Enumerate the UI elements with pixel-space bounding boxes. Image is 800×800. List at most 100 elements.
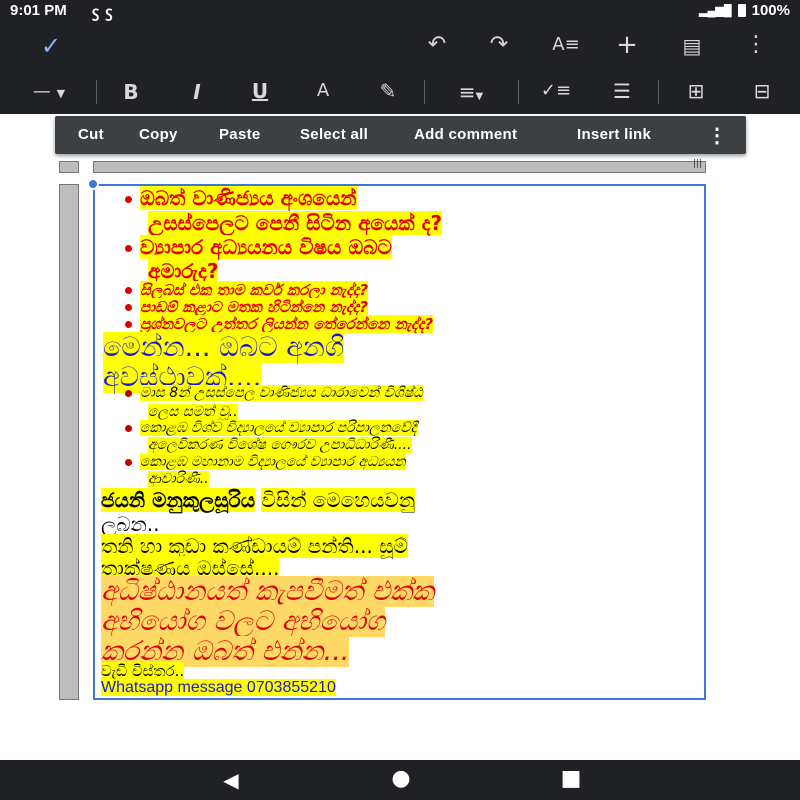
text-line: කොළඹ මහානාම විද්‍යාලයේ ව්‍යාපාර අධ්‍යයන <box>140 454 406 470</box>
align-dropdown-icon[interactable]: ≡▼ <box>448 80 494 104</box>
bullet-icon <box>125 245 132 252</box>
text-line-wrap: තනි හා කුඩා කණ්ඩායම් පන්ති... සූම් <box>101 534 408 558</box>
text-line-wrap: අභියෝග වලට අභියෝග <box>101 606 386 638</box>
recents-icon[interactable]: ■ <box>556 766 586 791</box>
text-line-wrap: ජයනි මනුකුලසූරිය විසින් මෙහෙයවනු <box>101 488 416 512</box>
bullet-line: ඔබත් වාණිජ්‍යය අංශයෙන් <box>125 186 357 210</box>
text-line: ඔබත් වාණිජ්‍යය අංශයෙන් <box>140 186 357 210</box>
menu-item-paste[interactable]: Paste <box>219 126 261 143</box>
line-style-dropdown[interactable]: — ▼ <box>24 81 74 102</box>
text-line: වැඩි විස්තර.. <box>101 662 185 680</box>
text-line-wrap: මෙන්න... ඔබට අනගි <box>103 332 345 364</box>
chevron-down-icon: ▼ <box>56 87 66 100</box>
bullet-line: කොළඹ විශ්ව විද්‍යාලයේ ව්‍යාපාර පරිපාලනවේ… <box>125 420 417 436</box>
row-ruler[interactable] <box>59 184 79 700</box>
column-drag-handle-icon[interactable]: ||| <box>693 159 702 169</box>
text-line: Whatsapp message 0703855210 <box>101 679 336 696</box>
bullet-list-icon[interactable]: ☰ <box>606 79 638 103</box>
italic-button[interactable]: I <box>182 80 212 104</box>
more-vert-icon[interactable]: ⋮ <box>707 123 727 148</box>
highlight-pen-icon[interactable]: ✎ <box>372 79 404 103</box>
divider <box>518 80 519 104</box>
text-line: අධිෂ්ඨානයත් කැපවීමත් එක්ක <box>101 576 435 607</box>
column-ruler[interactable]: ||| <box>93 159 706 173</box>
text-format-icon[interactable]: A≡ <box>549 34 583 55</box>
divider <box>96 80 97 104</box>
bullet-icon <box>125 304 132 311</box>
underline-button[interactable]: U <box>245 79 275 103</box>
bullet-line: මාස 8න් උසස්පෙල වාණිජ්‍යය ධාරාවෙන් විශිෂ… <box>125 385 423 401</box>
text-line: මාස 8න් උසස්පෙල වාණිජ්‍යය ධාරාවෙන් විශිෂ… <box>140 385 423 401</box>
context-menu: Cut Copy Paste Select all Add comment In… <box>55 116 746 154</box>
battery-icon <box>737 4 746 17</box>
battery-percent: 100% <box>751 2 790 19</box>
bullet-icon <box>125 196 132 203</box>
comment-icon[interactable]: ▤ <box>676 34 708 58</box>
bold-button[interactable]: B <box>116 80 146 104</box>
bullet-icon <box>125 321 132 328</box>
text-line: ව්‍යාපාර අධ්‍යයනය විෂය ඔබට <box>140 235 392 259</box>
text-line-wrap: අධිෂ්ඨානයත් කැපවීමත් එක්ක <box>101 576 435 608</box>
text-line: සිලබස් එක තාම කවර් කරලා නැද්ද? <box>140 281 369 299</box>
text-line: මෙන්න... ඔබට අනගි <box>103 332 345 363</box>
more-vert-icon[interactable]: ⋮ <box>745 32 767 57</box>
text-line: පාඩම් කළාට මතක හිටින්නෙ නැද්ද? <box>140 298 368 316</box>
text-line-wrap: අලෙවිකරණ විශේෂ ගෞරව උපාධිධාරිණී.... <box>148 437 412 453</box>
text-line: ආචාරිණී.. <box>148 471 209 487</box>
text-color-button[interactable]: A <box>308 80 338 101</box>
bullet-line: ප්‍රශ්නවලට උත්තර ලියන්න තේරෙන්නෙ නැද්ද? <box>125 315 434 333</box>
text-line: අලෙවිකරණ විශේෂ ගෞරව උපාධිධාරිණී.... <box>148 437 412 453</box>
text-line-wrap: ලෙස සමත් වූ.. <box>148 404 238 420</box>
text-line: ප්‍රශ්නවලට උත්තර ලියන්න තේරෙන්නෙ නැද්ද? <box>140 315 434 333</box>
undo-icon[interactable]: ↶ <box>422 32 452 57</box>
text-line: කොළඹ විශ්ව විද්‍යාලයේ ව්‍යාපාර පරිපාලනවේ… <box>140 420 417 436</box>
text-line: අමාරුද? <box>148 259 219 283</box>
text-line: ලෙස සමත් වූ.. <box>148 404 238 420</box>
menu-item-insert-link[interactable]: Insert link <box>577 126 651 143</box>
checklist-icon[interactable]: ✓≡ <box>540 80 572 101</box>
divider <box>658 80 659 104</box>
text-line: තනි හා කුඩා කණ්ඩායම් පන්ති... සූම් <box>101 534 408 558</box>
divider <box>424 80 425 104</box>
bullet-line: සිලබස් එක තාම කවර් කරලා නැද්ද? <box>125 281 369 299</box>
status-time: 9:01 PM <box>10 2 67 19</box>
table-corner-handle[interactable] <box>59 161 79 173</box>
text-line-wrap: වැඩි විස්තර.. <box>101 662 185 680</box>
bullet-line: කොළඹ මහානාම විද්‍යාලයේ ව්‍යාපාර අධ්‍යයන <box>125 454 406 470</box>
text-line: විසින් මෙහෙයවනු <box>261 488 416 512</box>
status-bar: 9:01 PM ꚃ ꚃ ▂▄▆█ 100% <box>0 0 800 22</box>
insert-column-icon[interactable]: ⊟ <box>746 79 778 103</box>
text-line: උසස්පෙලට පෙනී සිටින අයෙක් ද? <box>148 211 443 235</box>
text-line: ලබන.. <box>101 512 160 536</box>
line-style-value: — <box>32 81 51 102</box>
text-line: අභියෝග වලට අභියෝග <box>101 606 386 637</box>
text-line-wrap: ලබන.. <box>101 512 160 536</box>
bullet-icon <box>125 287 132 294</box>
text-line-wrap: Whatsapp message 0703855210 <box>101 679 336 697</box>
menu-item-copy[interactable]: Copy <box>139 126 178 143</box>
navigation-bar: ◀ ● ■ <box>0 760 800 800</box>
bullet-icon <box>125 424 132 432</box>
menu-item-cut[interactable]: Cut <box>78 126 104 143</box>
text-line-wrap: උසස්පෙලට පෙනී සිටින අයෙක් ද? <box>148 211 443 235</box>
home-icon[interactable]: ● <box>386 766 416 791</box>
menu-item-add-comment[interactable]: Add comment <box>414 126 517 143</box>
signal-icon: ▂▄▆█ <box>699 5 732 17</box>
back-icon[interactable]: ◀ <box>216 768 246 792</box>
menu-item-select-all[interactable]: Select all <box>300 126 368 143</box>
text-line-wrap: ආචාරිණී.. <box>148 471 209 487</box>
text-line: ජයනි මනුකුලසූරිය <box>101 488 256 512</box>
bullet-icon <box>125 389 132 397</box>
selection-handle[interactable] <box>87 178 99 190</box>
bullet-line: ව්‍යාපාර අධ්‍යයනය විෂය ඔබට <box>125 235 392 259</box>
insert-row-icon[interactable]: ⊞ <box>680 79 712 103</box>
top-toolbar: ✓ ↶ ↷ A≡ + ▤ ⋮ <box>0 22 800 70</box>
redo-icon[interactable]: ↷ <box>484 32 514 57</box>
text-line-wrap: අමාරුද? <box>148 259 219 283</box>
add-icon[interactable]: + <box>612 30 642 60</box>
check-icon[interactable]: ✓ <box>36 32 66 60</box>
bullet-line: පාඩම් කළාට මතක හිටින්නෙ නැද්ද? <box>125 298 368 316</box>
bullet-icon <box>125 458 132 466</box>
notification-icons: ꚃ ꚃ <box>92 4 114 21</box>
format-toolbar: — ▼ B I U A ✎ ≡▼ ✓≡ ☰ ⊞ ⊟ <box>0 70 800 114</box>
